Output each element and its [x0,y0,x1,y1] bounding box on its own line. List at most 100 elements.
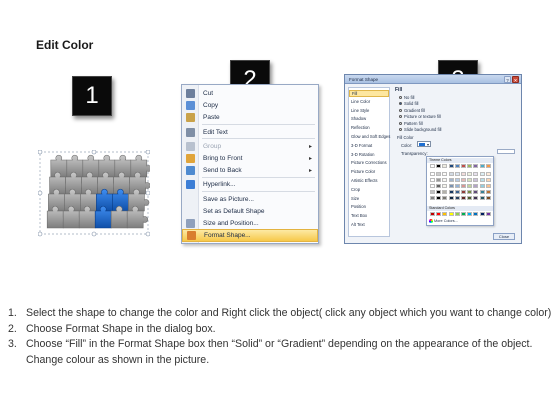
color-swatch[interactable] [467,184,473,188]
color-swatch[interactable] [448,190,454,194]
color-swatch[interactable] [467,196,473,200]
standard-color-swatch[interactable] [479,212,485,216]
sidebar-item-picture-color[interactable]: Picture Color [351,169,375,174]
sidebar-item-line-style[interactable]: Line Style [351,108,369,113]
more-colors-link[interactable]: More Colors... [434,219,458,223]
fill-option-gradient-fill[interactable]: Gradient fill [399,108,425,113]
sidebar-item-picture-corrections[interactable]: Picture Corrections [351,160,387,165]
menu-item-send-to-back[interactable]: Send to Back ▸ [182,164,318,177]
help-icon[interactable]: ? [504,76,511,83]
sidebar-item-fill[interactable]: Fill [349,90,389,97]
menu-item-cut[interactable]: Cut [182,87,318,100]
transparency-input[interactable] [497,149,515,154]
color-swatch[interactable] [454,178,460,182]
color-swatch[interactable] [448,164,454,168]
standard-color-swatch[interactable] [467,212,473,216]
color-swatch[interactable] [473,172,479,176]
color-swatch[interactable] [430,184,435,188]
color-swatch[interactable] [430,172,435,176]
color-swatch[interactable] [467,190,473,194]
color-swatch[interactable] [430,178,435,182]
standard-color-swatch[interactable] [442,212,448,216]
color-swatch[interactable] [436,172,442,176]
color-swatch[interactable] [461,164,466,168]
sidebar-item-3-d-rotation[interactable]: 3-D Rotation [351,152,375,157]
standard-color-swatch[interactable] [430,212,435,216]
color-swatch[interactable] [461,184,466,188]
color-swatch[interactable] [461,172,466,176]
color-swatch[interactable] [461,196,466,200]
color-swatch[interactable] [454,184,460,188]
color-swatch[interactable] [448,184,454,188]
menu-item-edit-text[interactable]: Edit Text [182,126,318,139]
color-swatch[interactable] [473,164,479,168]
sidebar-item-text-box[interactable]: Text Box [351,213,367,218]
standard-color-swatch[interactable] [454,212,460,216]
menu-item-size-and-position[interactable]: Size and Position... [182,217,318,230]
standard-color-swatch[interactable] [473,212,479,216]
menu-item-paste[interactable]: Paste [182,111,318,124]
color-swatch[interactable] [479,164,485,168]
color-swatch[interactable] [442,190,448,194]
fill-option-solid-fill[interactable]: Solid fill [399,101,418,106]
menu-item-save-as-picture[interactable]: Save as Picture... [182,193,318,206]
menu-item-format-shape[interactable]: Format Shape... [182,229,318,243]
color-swatch[interactable] [430,164,435,168]
sidebar-item-position[interactable]: Position [351,204,366,209]
sidebar-item-glow-and-soft-edges[interactable]: Glow and Soft Edges [351,134,390,139]
color-swatch[interactable] [436,196,442,200]
puzzle-shape[interactable] [38,150,150,237]
fill-option-pattern-fill[interactable]: Pattern fill [399,121,423,126]
color-swatch[interactable] [454,196,460,200]
color-swatch[interactable] [479,184,485,188]
color-swatch[interactable] [473,190,479,194]
sidebar-item-line-color[interactable]: Line Color [351,99,370,104]
color-swatch[interactable] [467,178,473,182]
color-swatch[interactable] [448,172,454,176]
color-swatch[interactable] [442,164,448,168]
color-swatch[interactable] [436,178,442,182]
color-swatch[interactable] [479,196,485,200]
color-swatch[interactable] [473,196,479,200]
standard-color-swatch[interactable] [448,212,454,216]
sidebar-item-reflection[interactable]: Reflection [351,125,370,130]
color-swatch[interactable] [430,196,435,200]
color-swatch[interactable] [479,172,485,176]
color-swatch[interactable] [442,172,448,176]
color-swatch[interactable] [448,178,454,182]
color-swatch[interactable] [479,178,485,182]
color-swatch[interactable] [473,178,479,182]
fill-option-slide-background-fill[interactable]: Slide background fill [399,127,441,132]
color-swatch[interactable] [442,178,448,182]
menu-item-hyperlink[interactable]: Hyperlink... [182,178,318,191]
color-swatch[interactable] [454,172,460,176]
color-swatch[interactable] [436,190,442,194]
color-swatch[interactable] [479,190,485,194]
color-swatch[interactable] [467,172,473,176]
menu-item-copy[interactable]: Copy [182,99,318,112]
color-swatch[interactable] [436,184,442,188]
sidebar-item-artistic-effects[interactable]: Artistic Effects [351,178,377,183]
color-swatch[interactable] [454,190,460,194]
color-swatch[interactable] [442,196,448,200]
color-swatch[interactable] [485,172,491,176]
fill-option-no-fill[interactable]: No fill [399,95,414,100]
color-swatch[interactable] [461,190,466,194]
fill-option-picture-or-texture-fill[interactable]: Picture or texture fill [399,114,441,119]
color-picker-button[interactable]: ▾ [417,141,431,147]
sidebar-item-3-d-format[interactable]: 3-D Format [351,143,372,148]
color-swatch[interactable] [461,178,466,182]
sidebar-item-shadow[interactable]: Shadow [351,116,366,121]
color-swatch[interactable] [442,184,448,188]
color-swatch[interactable] [485,164,491,168]
color-swatch[interactable] [454,164,460,168]
close-icon[interactable]: ✕ [512,76,519,83]
color-swatch[interactable] [436,164,442,168]
color-swatch[interactable] [485,178,491,182]
color-swatch[interactable] [448,196,454,200]
standard-color-swatch[interactable] [436,212,442,216]
color-swatch[interactable] [485,190,491,194]
menu-item-bring-to-front[interactable]: Bring to Front ▸ [182,152,318,165]
close-button[interactable]: Close [493,233,515,240]
color-swatch[interactable] [485,184,491,188]
